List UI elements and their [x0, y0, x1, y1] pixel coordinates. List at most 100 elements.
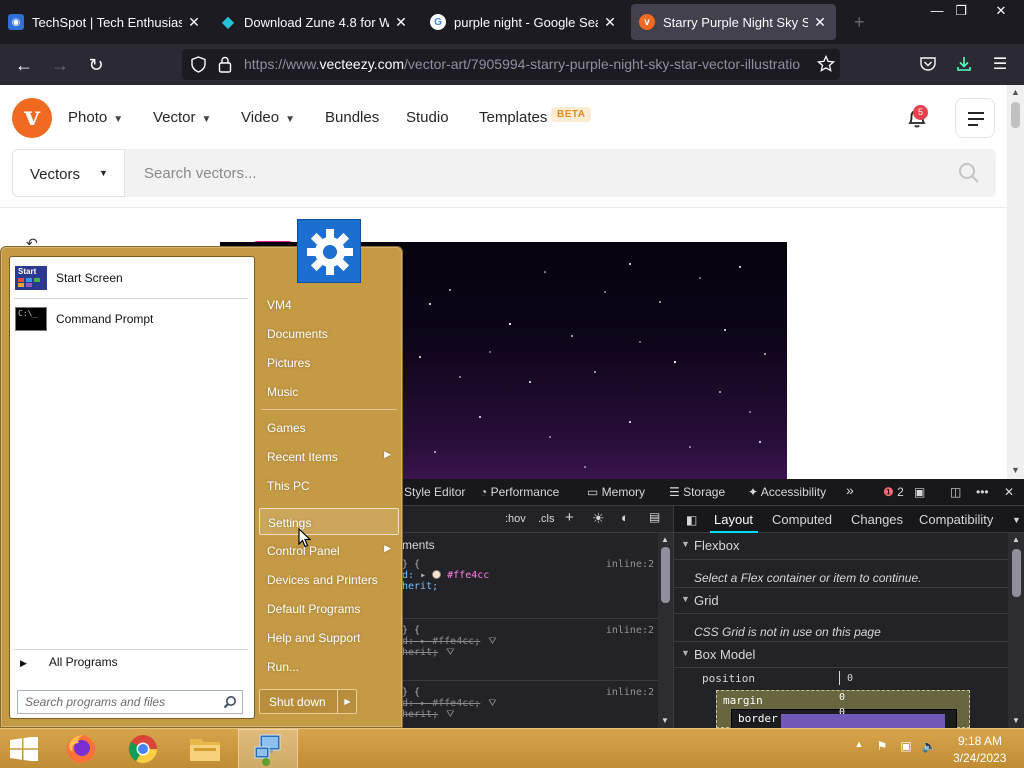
start-item-this-pc[interactable]: This PC — [259, 472, 399, 499]
box-model-section-header[interactable]: ▼ Box Model — [674, 641, 1008, 668]
box-position-value[interactable]: 0 — [847, 673, 853, 684]
tracking-shield-icon[interactable] — [190, 56, 207, 73]
tab-memory[interactable]: ▭ Memory — [587, 485, 645, 499]
browser-tab-techspot[interactable]: ◉ TechSpot | Tech Enthusiasts, ✕ — [0, 4, 210, 40]
start-item-settings[interactable]: Settings — [259, 508, 399, 535]
start-item-default-programs[interactable]: Default Programs — [259, 595, 399, 622]
scroll-down-icon[interactable]: ▼ — [1011, 465, 1020, 475]
margin-value[interactable]: 0 — [839, 692, 845, 703]
downloads-icon[interactable] — [955, 55, 973, 73]
rule-source-link[interactable]: inline:2 — [606, 625, 654, 636]
css-rule[interactable]: } { inline:2 d: ▸ #ffe4cc; ⛛ herit; ⛛ — [402, 625, 658, 658]
box-model-margin[interactable]: margin 0 border 0 — [716, 690, 970, 730]
dark-mode-icon[interactable]: ◐ — [621, 510, 629, 525]
light-mode-icon[interactable]: ☀ — [592, 510, 605, 527]
tab-accessibility[interactable]: ✦ Accessibility — [748, 485, 826, 499]
nav-photo[interactable]: Photo ▼ — [68, 109, 123, 126]
clock-date[interactable]: 3/24/2023 — [953, 751, 1006, 765]
nav-templates[interactable]: Templates — [479, 109, 547, 126]
more-tabs-icon[interactable]: » — [846, 482, 854, 498]
page-scrollbar[interactable]: ▲ ▼ — [1007, 85, 1024, 479]
rule-source-link[interactable]: inline:2 — [606, 687, 654, 698]
more-options-icon[interactable]: ••• — [976, 485, 989, 499]
close-devtools-icon[interactable]: ✕ — [1004, 485, 1014, 499]
start-item-devices-and-printers[interactable]: Devices and Printers — [259, 566, 399, 593]
nav-vector[interactable]: Vector ▼ — [153, 109, 211, 126]
close-tab-icon[interactable]: ✕ — [812, 14, 828, 31]
dock-side-icon[interactable]: ◫ — [950, 485, 961, 499]
search-icon[interactable] — [958, 162, 980, 184]
start-item-vm4[interactable]: VM4 — [259, 291, 399, 318]
bookmark-star-icon[interactable] — [817, 55, 835, 73]
tab-compatibility[interactable]: Compatibility — [919, 512, 993, 527]
taskbar-firefox[interactable] — [51, 729, 111, 768]
nav-video[interactable]: Video ▼ — [241, 109, 295, 126]
nav-bundles[interactable]: Bundles — [325, 109, 379, 126]
scroll-up-icon[interactable]: ▲ — [1011, 87, 1020, 97]
hamburger-menu-icon[interactable]: ☰ — [987, 52, 1013, 78]
tab-performance[interactable]: ◔ Performance — [480, 485, 559, 499]
pinned-command-prompt[interactable]: C:\_ Command Prompt — [15, 301, 247, 337]
show-hidden-icons-icon[interactable]: ▲ — [850, 739, 868, 757]
filter-icon[interactable]: ⛛ — [488, 698, 496, 709]
taskbar-file-explorer[interactable] — [175, 729, 235, 768]
tab-computed[interactable]: Computed — [772, 512, 832, 527]
error-count[interactable]: ❶ 2 — [883, 485, 904, 499]
forward-arrow-icon[interactable]: → — [47, 52, 73, 78]
tab-style-editor[interactable]: Style Editor — [404, 485, 465, 499]
all-programs-button[interactable]: ▶ All Programs — [20, 655, 118, 669]
rule-source-link[interactable]: inline:2 — [606, 559, 654, 570]
vecteezy-logo[interactable]: v — [12, 98, 52, 138]
color-swatch-icon[interactable] — [432, 570, 442, 579]
search-input[interactable]: Search vectors... — [144, 165, 257, 182]
nav-studio[interactable]: Studio — [406, 109, 449, 126]
network-icon[interactable]: ▣ — [897, 739, 915, 757]
address-bar[interactable]: https://www.vecteezy.com/vector-art/7905… — [182, 49, 840, 80]
start-item-recent-items[interactable]: Recent Items ▶ — [259, 443, 399, 470]
browser-tab-google[interactable]: G purple night - Google Search ✕ — [422, 4, 626, 40]
scrollbar-thumb[interactable] — [1011, 102, 1020, 128]
scrollbar-thumb[interactable] — [661, 547, 670, 603]
pinned-start-screen[interactable]: Start Start Screen — [15, 260, 247, 296]
print-media-icon[interactable]: ▤ — [649, 510, 660, 524]
tab-changes[interactable]: Changes — [851, 512, 903, 527]
url-text[interactable]: https://www.vecteezy.com/vector-art/7905… — [244, 56, 812, 72]
start-item-games[interactable]: Games — [259, 414, 399, 441]
start-item-pictures[interactable]: Pictures — [259, 349, 399, 376]
scrollbar-thumb[interactable] — [1012, 549, 1021, 597]
close-tab-icon[interactable]: ✕ — [602, 14, 618, 31]
chevron-down-icon[interactable]: ▼ — [1012, 515, 1021, 525]
taskbar-chrome[interactable] — [113, 729, 173, 768]
new-tab-button[interactable]: + — [846, 4, 870, 40]
clock-time[interactable]: 9:18 AM — [958, 734, 1002, 748]
css-rule[interactable]: } { inline:2 d: ▸ #ffe4cc herit; — [402, 559, 658, 592]
site-menu-button[interactable] — [955, 98, 995, 138]
start-item-run[interactable]: Run... — [259, 653, 399, 680]
cls-toggle[interactable]: .cls — [538, 513, 555, 525]
scroll-down-icon[interactable]: ▼ — [1012, 716, 1020, 725]
tab-layout[interactable]: Layout — [714, 512, 753, 527]
split-console-icon[interactable]: ▣ — [914, 485, 925, 499]
add-rule-icon[interactable]: + — [565, 509, 574, 526]
flexbox-section-header[interactable]: ▼ Flexbox — [674, 533, 1008, 560]
shutdown-button[interactable]: Shut down — [260, 690, 338, 713]
maximize-button[interactable]: ❐ — [946, 0, 976, 22]
filter-icon[interactable]: ⛛ — [446, 647, 454, 658]
start-item-control-panel[interactable]: Control Panel ▶ — [259, 537, 399, 564]
pocket-icon[interactable] — [919, 55, 937, 73]
sidebar-toggle-icon[interactable]: ◧ — [686, 513, 697, 527]
taskbar-network-app[interactable] — [238, 729, 298, 768]
start-button[interactable] — [0, 729, 48, 768]
filter-icon[interactable]: ⛛ — [446, 709, 454, 720]
settings-tile[interactable] — [297, 219, 361, 283]
volume-muted-icon[interactable]: 🔈 — [920, 739, 938, 757]
close-window-button[interactable]: ✕ — [986, 0, 1016, 22]
rules-scrollbar[interactable]: ▲ ▼ — [658, 533, 673, 728]
close-tab-icon[interactable]: ✕ — [393, 14, 409, 31]
grid-section-header[interactable]: ▼ Grid — [674, 587, 1008, 614]
scroll-up-icon[interactable]: ▲ — [661, 535, 669, 544]
shutdown-options-arrow-icon[interactable]: ▶ — [339, 690, 356, 713]
start-item-music[interactable]: Music — [259, 378, 399, 405]
browser-tab-vecteezy[interactable]: v Starry Purple Night Sky Star V ✕ — [631, 4, 836, 40]
hov-toggle[interactable]: :hov — [505, 513, 526, 525]
